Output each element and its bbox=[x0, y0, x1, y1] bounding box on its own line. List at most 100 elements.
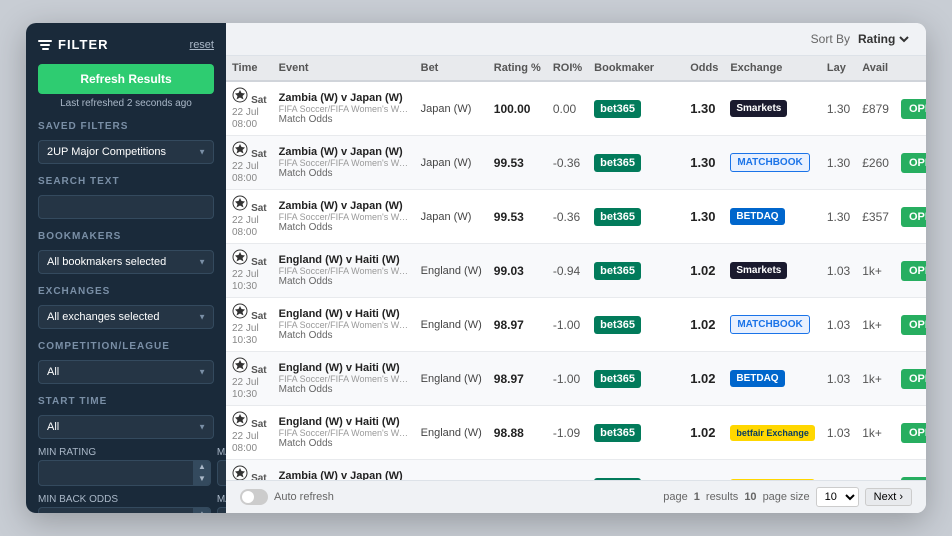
sort-by-select[interactable]: Rating bbox=[854, 31, 912, 47]
saved-filters-wrapper: 2UP Major Competitions bbox=[38, 140, 214, 164]
min-back-odds-up[interactable]: ▲ bbox=[194, 508, 210, 513]
bet-cell: Japan (W) bbox=[415, 190, 488, 244]
saved-filters-select[interactable]: 2UP Major Competitions bbox=[38, 140, 214, 164]
rating-cell: 99.03 bbox=[488, 244, 547, 298]
roi-cell: 0.00 bbox=[547, 81, 588, 136]
min-rating-down[interactable]: ▼ bbox=[194, 473, 210, 485]
soccer-icon bbox=[232, 303, 248, 319]
exchange-cell: MATCHBOOK bbox=[724, 298, 821, 352]
table-row: Sat 22 Jul 10:30 England (W) v Haiti (W)… bbox=[226, 298, 926, 352]
bet-cell: England (W) bbox=[415, 298, 488, 352]
exchange-logo: Smarkets bbox=[730, 100, 787, 117]
table-row: Sat 22 Jul 08:00 England (W) v Haiti (W)… bbox=[226, 406, 926, 460]
event-cell: England (W) v Haiti (W) FIFA Soccer/FIFA… bbox=[273, 406, 415, 460]
min-back-odds-input[interactable]: 1.00 bbox=[39, 510, 193, 513]
min-rating-stepper: 80.0% ▲ ▼ bbox=[38, 460, 211, 486]
avail-cell: 1k+ bbox=[856, 406, 895, 460]
max-rating-input[interactable]: 200.0% bbox=[218, 463, 226, 483]
open-button[interactable]: OPEN bbox=[901, 99, 926, 119]
table-wrapper: Time Event Bet Rating % ROI% Bookmaker O… bbox=[226, 56, 926, 480]
min-rating-input[interactable]: 80.0% bbox=[39, 463, 193, 483]
bookmaker-logo: bet365 bbox=[594, 424, 641, 442]
open-button[interactable]: OPEN bbox=[901, 315, 926, 335]
next-button[interactable]: Next › bbox=[865, 488, 912, 506]
soccer-icon bbox=[232, 411, 248, 427]
app-container: FILTER reset Refresh Results Last refres… bbox=[26, 23, 926, 513]
col-event: Event bbox=[273, 56, 415, 81]
avail-cell: 1k+ bbox=[856, 460, 895, 481]
odds-cell: 1.30 bbox=[684, 136, 724, 190]
min-back-odds-stepper: 1.00 ▲ ▼ bbox=[38, 507, 211, 513]
exchanges-select[interactable]: All exchanges selected bbox=[38, 305, 214, 329]
last-refreshed-text: Last refreshed 2 seconds ago bbox=[38, 98, 214, 109]
pagination: page 1 results 10 page size 10 Next › bbox=[663, 487, 912, 507]
roi-cell: -0.91 bbox=[547, 460, 588, 481]
bet-cell: Japan (W) bbox=[415, 136, 488, 190]
table-body: Sat 22 Jul 08:00 Zambia (W) v Japan (W) … bbox=[226, 81, 926, 480]
lay-cell: 1.03 bbox=[821, 460, 856, 481]
rating-cell: 98.80 bbox=[488, 460, 547, 481]
col-rating: Rating % bbox=[488, 56, 547, 81]
bookmakers-label: BOOKMAKERS bbox=[38, 231, 214, 242]
open-button[interactable]: OPEN bbox=[901, 423, 926, 443]
page-size-select[interactable]: 10 bbox=[816, 487, 859, 507]
search-text-input[interactable] bbox=[38, 195, 214, 219]
min-rating-up[interactable]: ▲ bbox=[194, 461, 210, 473]
lay-cell: 1.30 bbox=[821, 81, 856, 136]
start-time-label: START TIME bbox=[38, 396, 214, 407]
start-time-select[interactable]: All bbox=[38, 415, 214, 439]
auto-refresh-toggle[interactable] bbox=[240, 489, 268, 505]
sidebar-header: FILTER reset bbox=[38, 37, 214, 52]
rating-cell: 99.53 bbox=[488, 190, 547, 244]
lay-cell: 1.30 bbox=[821, 136, 856, 190]
time-cell: Sat 22 Jul 10:30 bbox=[226, 244, 273, 298]
exchange-cell: MATCHBOOK bbox=[724, 136, 821, 190]
auto-refresh-label: Auto refresh bbox=[274, 491, 334, 503]
rating-row: MIN RATING 80.0% ▲ ▼ MAX RATING 200.0% ▲… bbox=[38, 447, 214, 486]
min-back-odds-btns: ▲ ▼ bbox=[193, 508, 210, 513]
bet-cell: England (W) bbox=[415, 244, 488, 298]
action-cell: OPEN bbox=[895, 298, 926, 352]
open-button[interactable]: OPEN bbox=[901, 153, 926, 173]
action-cell: OPEN bbox=[895, 81, 926, 136]
table-row: Sat 22 Jul 10:30 England (W) v Haiti (W)… bbox=[226, 244, 926, 298]
competition-select[interactable]: All bbox=[38, 360, 214, 384]
bookmakers-select[interactable]: All bookmakers selected bbox=[38, 250, 214, 274]
min-back-odds-label: MIN BACK ODDS bbox=[38, 494, 211, 505]
time-cell: Sat 22 Jul 08:00 bbox=[226, 460, 273, 481]
results-label: results bbox=[706, 491, 738, 503]
lay-cell: 1.03 bbox=[821, 406, 856, 460]
soccer-icon bbox=[232, 141, 248, 157]
bookmaker-logo: bet365 bbox=[594, 100, 641, 118]
col-bookmaker: Bookmaker bbox=[588, 56, 684, 81]
reset-button[interactable]: reset bbox=[190, 39, 214, 51]
page-label: page bbox=[663, 491, 687, 503]
roi-cell: -0.94 bbox=[547, 244, 588, 298]
odds-cell: 1.02 bbox=[684, 298, 724, 352]
odds-cell: 1.02 bbox=[684, 352, 724, 406]
time-cell: Sat 22 Jul 08:00 bbox=[226, 81, 273, 136]
table-row: Sat 22 Jul 10:30 England (W) v Haiti (W)… bbox=[226, 352, 926, 406]
roi-cell: -1.00 bbox=[547, 352, 588, 406]
open-button[interactable]: OPEN bbox=[901, 261, 926, 281]
soccer-icon bbox=[232, 465, 248, 480]
bookmaker-logo: bet365 bbox=[594, 154, 641, 172]
bet-cell: Japan (W) bbox=[415, 81, 488, 136]
bet-cell: Japan (W) bbox=[415, 460, 488, 481]
max-back-odds-input[interactable]: 100.00 bbox=[218, 510, 226, 513]
bookmaker-cell: bet365 bbox=[588, 136, 684, 190]
bet-cell: England (W) bbox=[415, 406, 488, 460]
open-button[interactable]: OPEN bbox=[901, 369, 926, 389]
refresh-results-button[interactable]: Refresh Results bbox=[38, 64, 214, 94]
bookmaker-logo: bet365 bbox=[594, 316, 641, 334]
open-button[interactable]: OPEN bbox=[901, 207, 926, 227]
action-cell: OPEN bbox=[895, 406, 926, 460]
avail-cell: 1k+ bbox=[856, 244, 895, 298]
col-action bbox=[895, 56, 926, 81]
exchange-logo: MATCHBOOK bbox=[730, 315, 809, 334]
bookmaker-logo: bet365 bbox=[594, 262, 641, 280]
time-cell: Sat 22 Jul 08:00 bbox=[226, 406, 273, 460]
exchange-logo: BETDAQ bbox=[730, 370, 784, 387]
soccer-icon bbox=[232, 357, 248, 373]
odds-cell: 1.30 bbox=[684, 190, 724, 244]
